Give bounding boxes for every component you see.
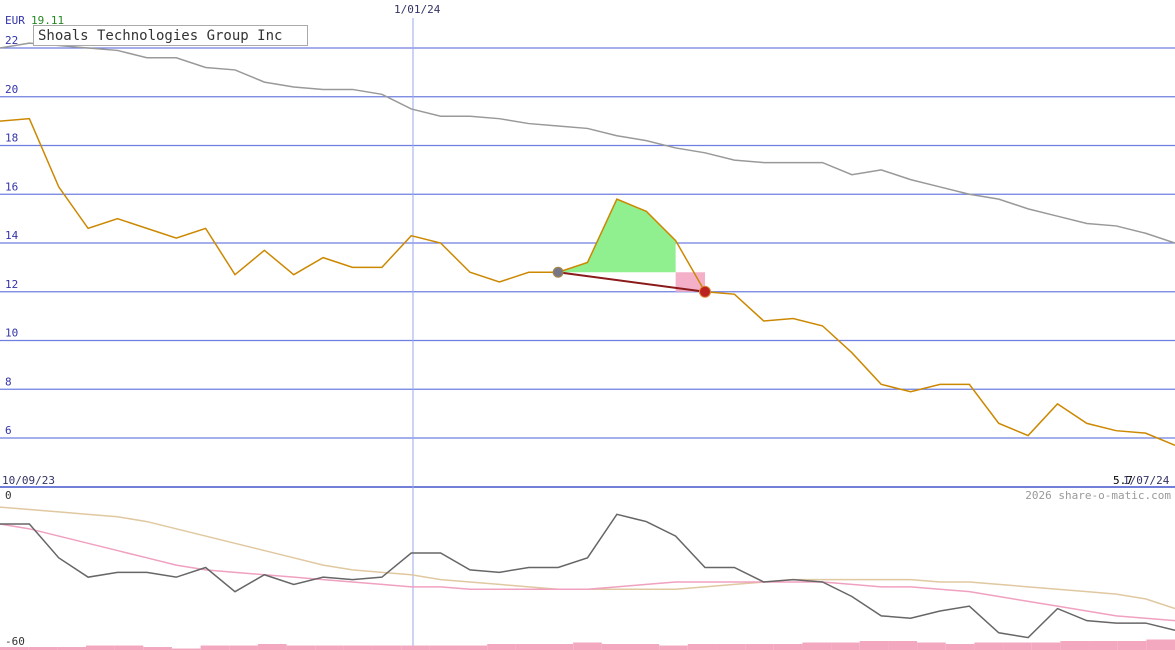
volume-bar [974, 642, 1004, 650]
volume-bar [114, 645, 144, 650]
y-tick-10: 10 [5, 327, 18, 340]
indicator-line-1 [0, 523, 1175, 622]
volume-bar [458, 645, 488, 650]
volume-bar [945, 644, 975, 650]
volume-bar [1146, 639, 1175, 650]
y-tick-6: 6 [5, 424, 12, 437]
moving-average-line [0, 42, 1175, 244]
grid [0, 18, 1175, 650]
volume-bar [372, 645, 402, 650]
volume-bar [716, 644, 746, 650]
price-panel [0, 42, 1175, 447]
volume-bar [831, 642, 860, 650]
volume-bar [1031, 642, 1061, 650]
credit-text: 2026 share-o-matic.com [1025, 489, 1171, 502]
volume-bar [1089, 641, 1118, 650]
last-value-label: 5.7 [1113, 474, 1133, 487]
trade-end-marker [699, 285, 711, 298]
volume-bar [1060, 641, 1090, 650]
volume-bar [687, 644, 717, 650]
lower-y-tick-0: 0 [5, 489, 12, 502]
volume-bar [917, 642, 946, 650]
volume-bar [257, 644, 287, 650]
y-tick-16: 16 [5, 180, 18, 193]
volume-bar [659, 645, 688, 650]
y-tick-8: 8 [5, 375, 12, 388]
y-tick-18: 18 [5, 132, 18, 145]
volume-bar [401, 645, 430, 650]
volume-bar [429, 645, 459, 650]
x-label-mid: 1/01/24 [394, 3, 441, 16]
volume-bar [315, 645, 344, 650]
volume-bar [630, 644, 660, 650]
lower-y-tick--60: -60 [5, 635, 25, 648]
currency-label: EUR [5, 14, 25, 27]
volume-bar [859, 641, 889, 650]
volume-bar [85, 645, 115, 650]
volume-bar [200, 645, 230, 650]
volume-bar [1117, 641, 1147, 650]
indicator-panel [0, 506, 1175, 639]
volume-bar [888, 641, 918, 650]
volume-bar [573, 642, 602, 650]
x-label-start: 10/09/23 [2, 474, 55, 487]
y-tick-14: 14 [5, 229, 19, 242]
volume-bar [1003, 642, 1032, 650]
y-tick-12: 12 [5, 278, 18, 291]
chart-title: Shoals Technologies Group Inc [33, 25, 308, 46]
volume-bar [229, 645, 258, 650]
stock-chart: 68101214161820220-60 [0, 18, 1175, 650]
price-line [0, 117, 1175, 447]
volume-bar [544, 644, 574, 650]
volume-bar [343, 645, 373, 650]
volume-bar [286, 645, 316, 650]
indicator-line-2 [0, 513, 1175, 639]
y-tick-20: 20 [5, 83, 18, 96]
gain-area [558, 199, 676, 273]
volume-bar [773, 644, 803, 650]
volume-bar [601, 644, 631, 650]
volume-bar [515, 644, 545, 650]
volume-bar [745, 644, 774, 650]
trade-start-marker [552, 266, 564, 278]
volume-bars [0, 639, 1175, 650]
volume-bar [802, 642, 832, 650]
volume-bar [487, 644, 516, 650]
